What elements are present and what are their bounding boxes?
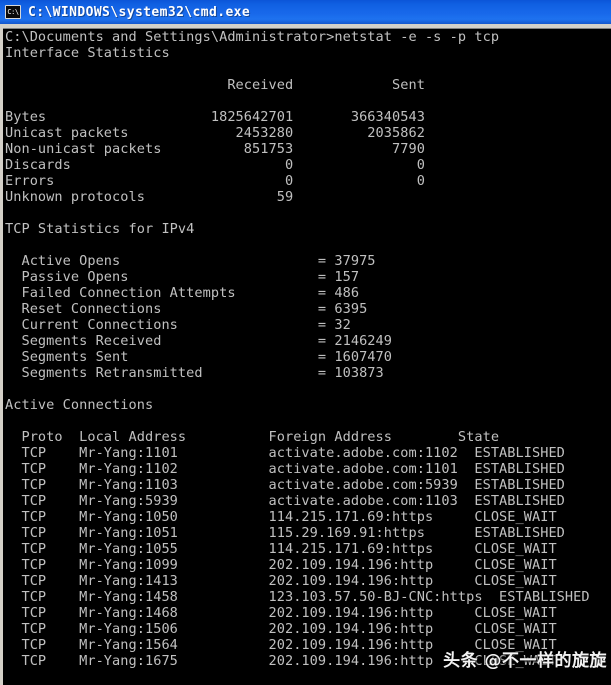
console-line: Discards 0 0 <box>5 157 425 173</box>
console-line: TCP Mr-Yang:1101 activate.adobe.com:1102… <box>5 445 565 461</box>
console-line: Failed Connection Attempts = 486 <box>5 285 360 301</box>
console-line: Segments Received = 2146249 <box>5 333 393 349</box>
console-line: Interface Statistics <box>5 45 170 61</box>
console-line: TCP Mr-Yang:1103 activate.adobe.com:5939… <box>5 477 565 493</box>
cmd-console-icon-label: C:\ <box>7 7 19 16</box>
console-line: TCP Statistics for IPv4 <box>5 221 195 237</box>
cmd-console-icon: C:\ <box>5 5 21 19</box>
console-output-area[interactable]: C:\Documents and Settings\Administrator>… <box>3 29 611 685</box>
console-line: Proto Local Address Foreign Address Stat… <box>5 429 500 445</box>
console-line: Received Sent <box>5 77 425 93</box>
console-line: TCP Mr-Yang:1050 114.215.171.69:https CL… <box>5 509 557 525</box>
console-line: Active Opens = 37975 <box>5 253 376 269</box>
console-line: TCP Mr-Yang:1099 202.109.194.196:http CL… <box>5 557 557 573</box>
console-line: Errors 0 0 <box>5 173 425 189</box>
window-title: C:\WINDOWS\system32\cmd.exe <box>28 4 251 20</box>
console-line: TCP Mr-Yang:1055 114.215.171.69:https CL… <box>5 541 557 557</box>
console-line: TCP Mr-Yang:1468 202.109.194.196:http CL… <box>5 605 557 621</box>
console-line: Non-unicast packets 851753 7790 <box>5 141 425 157</box>
cmd-window: C:\ C:\WINDOWS\system32\cmd.exe C:\Docum… <box>0 0 611 685</box>
console-line: TCP Mr-Yang:5939 activate.adobe.com:1103… <box>5 493 565 509</box>
console-line: C:\Documents and Settings\Administrator>… <box>5 29 500 45</box>
console-line: Segments Sent = 1607470 <box>5 349 393 365</box>
console-line: Reset Connections = 6395 <box>5 301 368 317</box>
console-line: Passive Opens = 157 <box>5 269 360 285</box>
window-titlebar[interactable]: C:\ C:\WINDOWS\system32\cmd.exe <box>0 0 611 24</box>
console-line: TCP Mr-Yang:1506 202.109.194.196:http CL… <box>5 621 557 637</box>
watermark-text: 头条 @不一样的旋旋 <box>443 651 607 671</box>
console-line: Current Connections = 32 <box>5 317 351 333</box>
console-line: Bytes 1825642701 366340543 <box>5 109 425 125</box>
console-line: TCP Mr-Yang:1102 activate.adobe.com:1101… <box>5 461 565 477</box>
console-line: TCP Mr-Yang:1051 115.29.169.91:https EST… <box>5 525 565 541</box>
console-line: Unknown protocols 59 <box>5 189 294 205</box>
console-line: TCP Mr-Yang:1458 123.103.57.50-BJ-CNC:ht… <box>5 589 590 605</box>
console-line: Active Connections <box>5 397 154 413</box>
console-line: TCP Mr-Yang:1413 202.109.194.196:http CL… <box>5 573 557 589</box>
console-line: Segments Retransmitted = 103873 <box>5 365 384 381</box>
console-line: Unicast packets 2453280 2035862 <box>5 125 425 141</box>
